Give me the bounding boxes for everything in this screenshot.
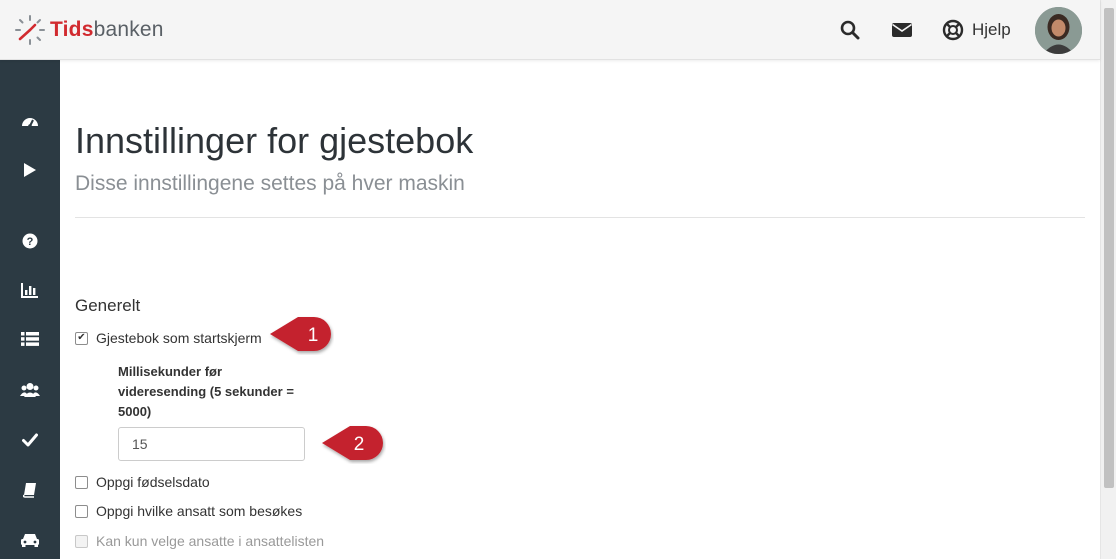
employee-list-only-label: Kan kun velge ansatte i ansattelisten bbox=[96, 533, 325, 549]
sidebar-item-help[interactable]: ? bbox=[0, 221, 60, 261]
dashboard-icon bbox=[22, 118, 38, 128]
bar-chart-icon bbox=[21, 283, 38, 298]
page-title: Innstillinger for gjestebok bbox=[75, 120, 474, 161]
sidebar-item-reports[interactable] bbox=[0, 270, 60, 310]
help-link[interactable]: Hjelp bbox=[942, 18, 1011, 42]
car-icon bbox=[21, 534, 39, 547]
delay-field-label: Millisekunder før videresending (5 sekun… bbox=[118, 364, 294, 419]
employee-checkbox[interactable] bbox=[75, 504, 88, 518]
callout-marker-1: 1 bbox=[270, 317, 331, 351]
help-label: Hjelp bbox=[972, 20, 1011, 39]
setting-start-screen[interactable]: ✔ Gjestebok som startskjerm bbox=[75, 330, 262, 346]
sidebar-item-car[interactable] bbox=[0, 520, 60, 560]
employee-list-only-checkbox bbox=[75, 534, 88, 548]
sidebar-item-approve[interactable] bbox=[0, 420, 60, 460]
start-screen-checkbox[interactable]: ✔ bbox=[75, 331, 88, 345]
sidebar-item-dashboard[interactable] bbox=[0, 102, 60, 142]
envelope-icon[interactable] bbox=[890, 18, 914, 42]
top-navbar: Tidsbanken Hjelp bbox=[0, 0, 1100, 60]
search-icon[interactable] bbox=[838, 18, 862, 42]
sidebar-item-book[interactable] bbox=[0, 470, 60, 510]
users-icon bbox=[20, 383, 40, 397]
sidebar-item-play[interactable] bbox=[0, 150, 60, 190]
birthdate-checkbox[interactable] bbox=[75, 475, 88, 489]
setting-birthdate[interactable]: Oppgi fødselsdato bbox=[75, 474, 210, 490]
list-icon bbox=[21, 332, 39, 346]
employee-label: Oppgi hvilke ansatt som besøkes bbox=[96, 503, 303, 519]
svg-text:?: ? bbox=[27, 236, 34, 248]
callout-number-2: 2 bbox=[354, 434, 365, 455]
callout-number-1: 1 bbox=[308, 325, 319, 346]
section-title-general: Generelt bbox=[75, 296, 141, 315]
birthdate-label: Oppgi fødselsdato bbox=[96, 474, 210, 490]
sidebar: ? bbox=[0, 60, 60, 559]
logo-text: Tidsbanken bbox=[50, 18, 164, 41]
header-divider bbox=[75, 217, 1085, 218]
page-subtitle: Disse innstillingene settes på hver mask… bbox=[75, 172, 465, 195]
play-icon bbox=[24, 163, 36, 177]
book-icon bbox=[23, 483, 36, 498]
main-content: Innstillinger for gjestebok Disse innsti… bbox=[60, 60, 1100, 559]
life-ring-icon bbox=[942, 19, 964, 41]
sidebar-item-users[interactable] bbox=[0, 370, 60, 410]
clock-logo-icon bbox=[15, 15, 45, 45]
page-scrollbar[interactable] bbox=[1100, 0, 1116, 559]
start-screen-label: Gjestebok som startskjerm bbox=[96, 330, 262, 346]
scrollbar-thumb[interactable] bbox=[1104, 8, 1114, 488]
setting-employee-list-only: Kan kun velge ansatte i ansattelisten bbox=[75, 533, 324, 549]
sidebar-item-list[interactable] bbox=[0, 319, 60, 359]
user-avatar[interactable] bbox=[1035, 7, 1082, 54]
question-circle-icon: ? bbox=[22, 233, 38, 249]
delay-milliseconds-input[interactable] bbox=[118, 427, 305, 461]
setting-employee[interactable]: Oppgi hvilke ansatt som besøkes bbox=[75, 503, 302, 519]
callout-marker-2: 2 bbox=[322, 426, 383, 460]
check-icon bbox=[22, 433, 38, 447]
tidsbanken-logo[interactable]: Tidsbanken bbox=[14, 14, 164, 46]
